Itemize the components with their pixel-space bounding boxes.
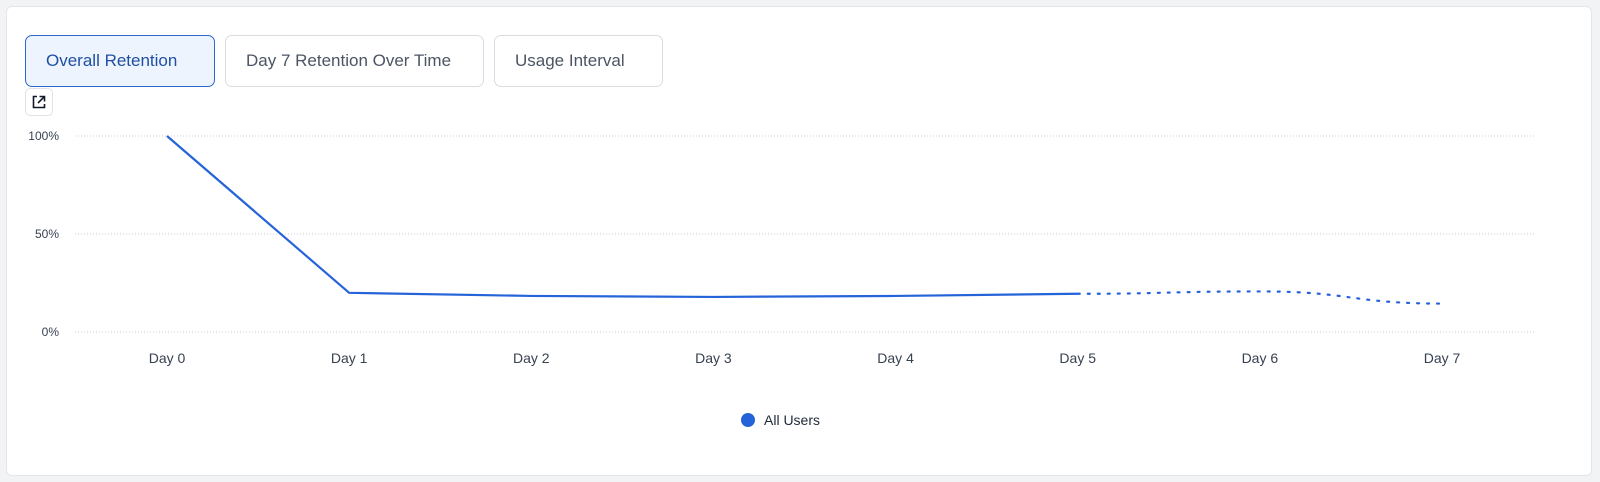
- retention-card: Overall Retention Day 7 Retention Over T…: [6, 6, 1592, 476]
- y-tick-label: 50%: [35, 227, 59, 241]
- legend-marker: [741, 413, 755, 427]
- series-line-solid: [166, 135, 1078, 299]
- data-point-day-4[interactable]: [892, 292, 900, 300]
- x-tick-label: Day 0: [149, 350, 186, 366]
- x-tick-label: Day 1: [331, 350, 368, 366]
- data-point-day-6[interactable]: [1256, 287, 1264, 295]
- x-tick-label: Day 3: [695, 350, 732, 366]
- data-point-day-1[interactable]: [345, 289, 353, 297]
- x-tick-label: Day 7: [1424, 350, 1461, 366]
- data-point-day-2[interactable]: [527, 292, 535, 300]
- retention-line-chart: 100% 50% 0% Day 0 Day 1 Day 2 Day 3 Day 4 Day 5 D…: [28, 129, 1534, 366]
- x-tick-label: Day 4: [877, 350, 914, 366]
- data-point-day-0[interactable]: [163, 132, 171, 140]
- y-tick-label: 100%: [28, 129, 59, 143]
- legend-label: All Users: [764, 412, 821, 428]
- x-tick-label: Day 2: [513, 350, 550, 366]
- y-tick-label: 0%: [42, 325, 60, 339]
- data-point-day-3[interactable]: [709, 293, 717, 301]
- x-tick-label: Day 5: [1059, 350, 1096, 366]
- data-point-day-7[interactable]: [1438, 300, 1446, 308]
- data-point-day-5[interactable]: [1074, 290, 1082, 298]
- chart-legend: All Users: [741, 412, 820, 428]
- x-tick-label: Day 6: [1242, 350, 1279, 366]
